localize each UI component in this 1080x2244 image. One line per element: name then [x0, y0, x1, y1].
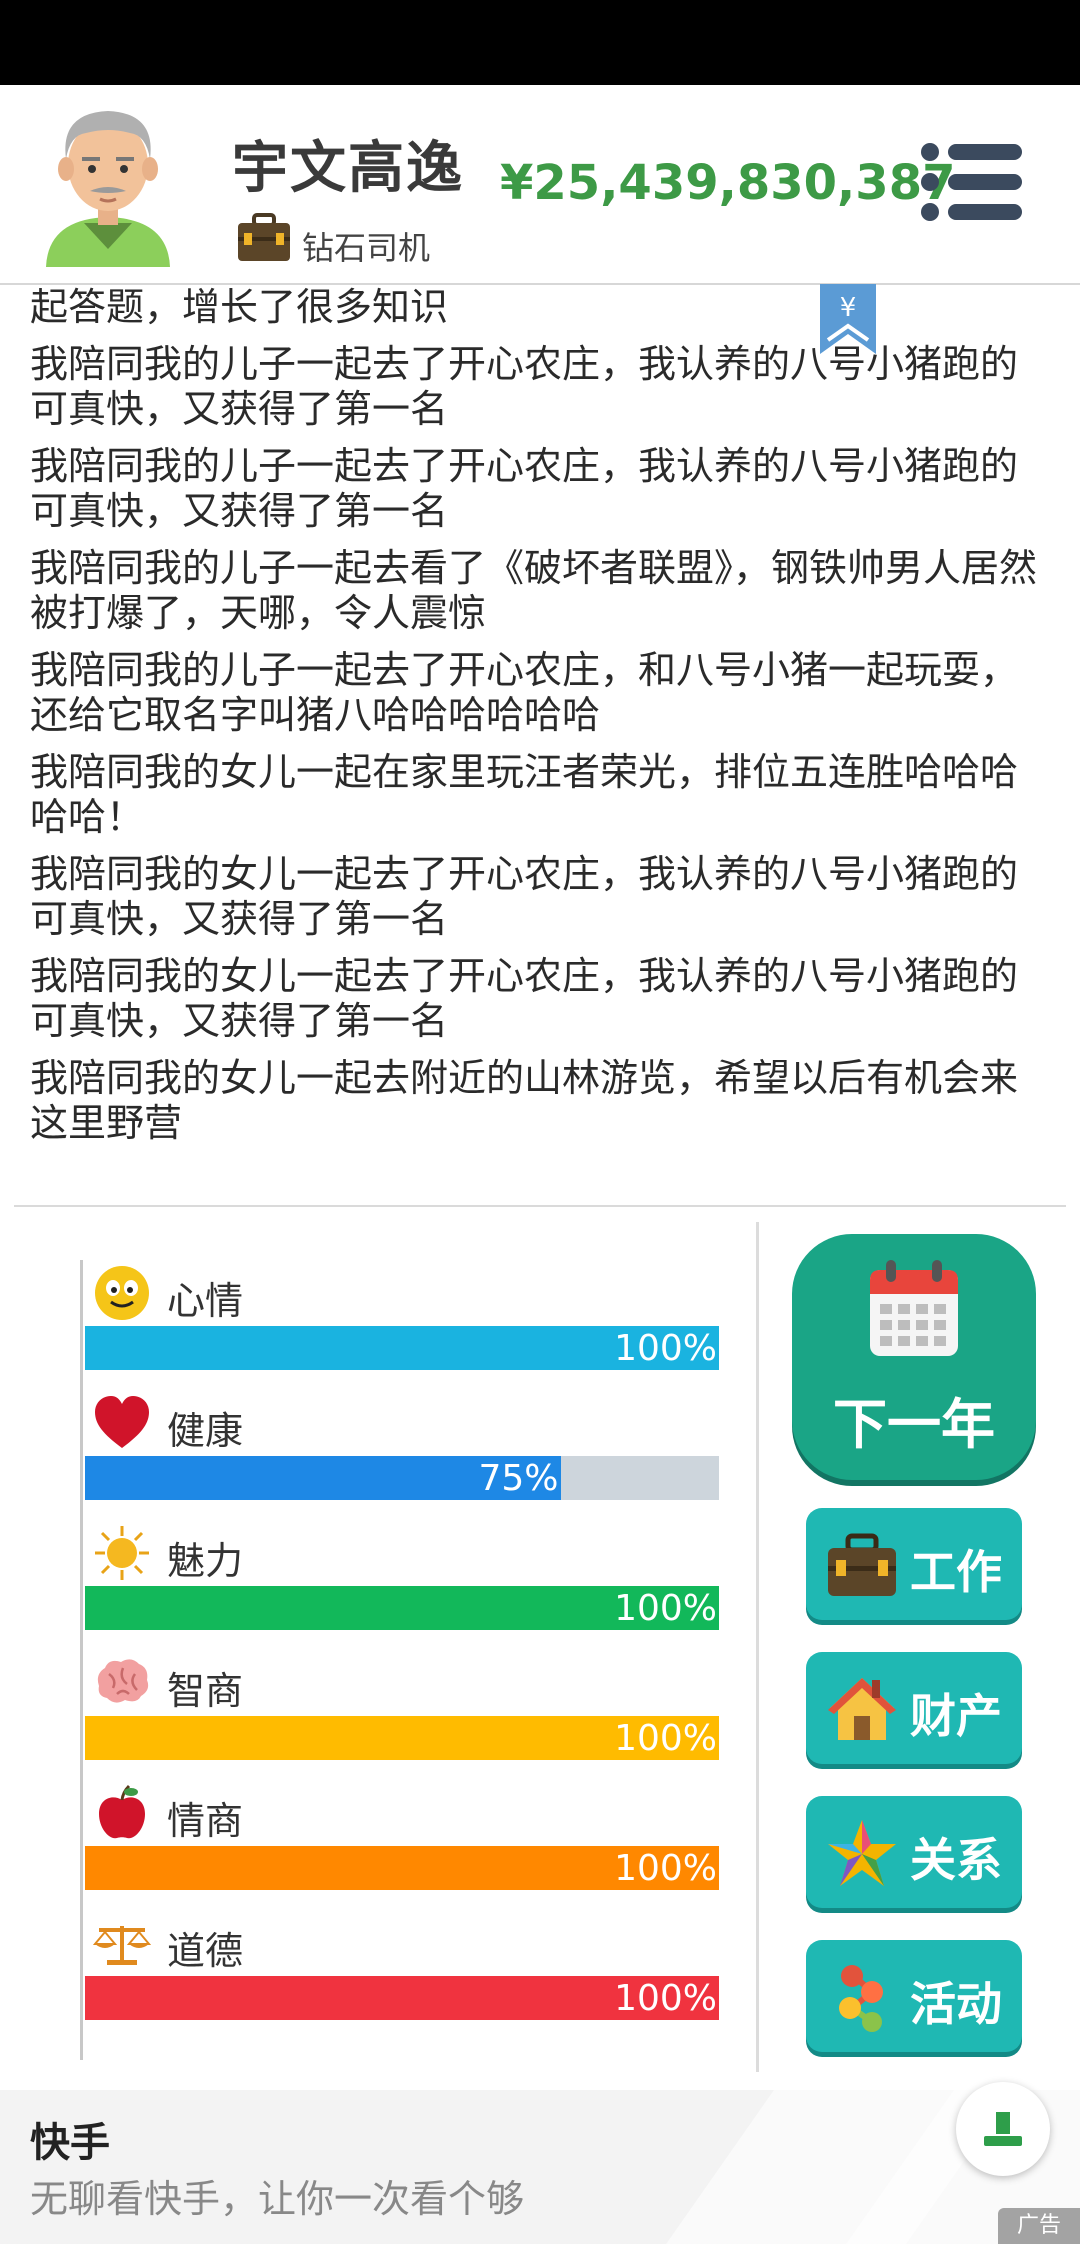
download-icon — [984, 2112, 1022, 2146]
player-name: 宇文高逸 — [232, 136, 464, 201]
stat-row: 情商 100% — [83, 1780, 723, 1910]
ad-subtitle: 无聊看快手，让你一次看个够 — [30, 2177, 525, 2221]
stat-label: 道德 — [167, 1929, 244, 1973]
sun-icon — [93, 1524, 151, 1582]
stat-bar: 75% — [85, 1456, 719, 1500]
stat-label: 心情 — [167, 1279, 244, 1323]
stat-bar: 100% — [85, 1586, 719, 1630]
event-log[interactable]: 起答题，增长了很多知识我陪同我的儿子一起去了开心农庄，我认养的八号小猪跑的可真快… — [30, 285, 1040, 1155]
stat-bar-fill: 75% — [85, 1456, 561, 1500]
log-line: 我陪同我的儿子一起去了开心农庄，我认养的八号小猪跑的可真快，又获得了第一名 — [30, 444, 1019, 533]
work-button[interactable]: 工作 — [806, 1508, 1022, 1620]
avatar — [46, 111, 170, 267]
stat-bar: 100% — [85, 1716, 719, 1760]
stat-bar-fill: 100% — [85, 1846, 719, 1890]
property-label: 财产 — [910, 1689, 1002, 1743]
log-line: 我陪同我的女儿一起在家里玩汪者荣光，排位五连胜哈哈哈哈哈！ — [30, 750, 1019, 839]
stat-value: 100% — [614, 1848, 717, 1889]
work-label: 工作 — [910, 1545, 1002, 1599]
property-button[interactable]: 财产 — [806, 1652, 1022, 1764]
heart-icon — [93, 1394, 151, 1452]
stat-bar-fill: 100% — [85, 1976, 719, 2020]
stat-value: 75% — [478, 1458, 559, 1499]
stat-bar-fill: 100% — [85, 1716, 719, 1760]
stat-value: 100% — [614, 1328, 717, 1369]
activity-button[interactable]: 活动 — [806, 1940, 1022, 2052]
stat-label: 魅力 — [167, 1539, 244, 1583]
log-line: 我陪同我的儿子一起去了开心农庄，和八号小猪一起玩耍，还给它取名字叫猪八哈哈哈哈哈… — [30, 648, 1019, 737]
stat-label: 情商 — [167, 1799, 244, 1843]
log-line: 我陪同我的儿子一起去看了《破坏者联盟》，钢铁帅男人居然被打爆了，天哪，令人震惊 — [30, 546, 1038, 635]
log-line: 我陪同我的儿子一起去了开心农庄，我认养的八号小猪跑的可真快，又获得了第一名 — [30, 342, 1019, 431]
ad-download-button[interactable] — [956, 2082, 1050, 2176]
next-year-label: 下一年 — [833, 1393, 995, 1456]
stat-row: 健康 75% — [83, 1390, 723, 1520]
stat-bar-fill: 100% — [85, 1326, 719, 1370]
log-line: 我陪同我的女儿一起去附近的山林游览，希望以后有机会来这里野营 — [30, 1056, 1019, 1145]
log-line: 我陪同我的女儿一起去了开心农庄，我认养的八号小猪跑的可真快，又获得了第一名 — [30, 852, 1019, 941]
smiley-icon — [93, 1264, 151, 1322]
stat-bar-fill: 100% — [85, 1586, 719, 1630]
apple-icon — [93, 1784, 151, 1842]
relations-button[interactable]: 关系 — [806, 1796, 1022, 1908]
money-balance: ¥25,439,830,387 — [500, 155, 956, 211]
job-title: 钻石司机 — [302, 229, 431, 267]
ad-title: 快手 — [30, 2120, 110, 2166]
ad-banner[interactable]: 快手 无聊看快手，让你一次看个够 — [0, 2090, 1080, 2244]
next-year-button[interactable]: 下一年 — [792, 1234, 1036, 1480]
relations-label: 关系 — [910, 1833, 1002, 1887]
stat-label: 智商 — [167, 1669, 244, 1713]
stat-bar: 100% — [85, 1976, 719, 2020]
briefcase-icon — [828, 1533, 896, 1596]
stat-bar: 100% — [85, 1326, 719, 1370]
activity-dots-icon — [839, 1965, 883, 2032]
brain-icon — [93, 1654, 151, 1712]
panel-separator — [756, 1222, 759, 2072]
status-bar — [0, 0, 1080, 85]
stat-row: 智商 100% — [83, 1650, 723, 1780]
stat-bar: 100% — [85, 1846, 719, 1890]
stat-value: 100% — [614, 1588, 717, 1629]
house-icon — [828, 1678, 896, 1740]
activity-label: 活动 — [910, 1977, 1002, 2031]
menu-icon[interactable] — [920, 142, 1024, 222]
yen-bookmark-icon[interactable]: ¥ — [820, 284, 876, 354]
stat-row: 道德 100% — [83, 1910, 723, 2040]
stat-label: 健康 — [167, 1409, 244, 1453]
star-icon — [828, 1820, 896, 1886]
ad-label: 广告 — [998, 2208, 1080, 2244]
calendar-icon — [870, 1260, 958, 1356]
briefcase-icon — [238, 213, 290, 261]
stat-value: 100% — [614, 1718, 717, 1759]
svg-text:¥: ¥ — [840, 293, 857, 323]
ad-tag-text: 广告 — [1016, 2213, 1061, 2238]
profile-header: 宇文高逸 钻石司机 ¥25,439,830,387 — [0, 85, 1080, 285]
stat-row: 魅力 100% — [83, 1520, 723, 1650]
stat-value: 100% — [614, 1978, 717, 2019]
log-line: 我陪同我的女儿一起去了开心农庄，我认养的八号小猪跑的可真快，又获得了第一名 — [30, 954, 1019, 1043]
stat-row: 心情 100% — [83, 1260, 723, 1390]
scales-icon — [92, 1914, 152, 1972]
divider — [14, 1205, 1066, 1207]
log-line: 起答题，增长了很多知识 — [30, 285, 449, 329]
attribute-panel: 心情 100% 健康 75% 魅力 100% 智商 100% 情商 100% 道德 100% — [80, 1260, 723, 2060]
